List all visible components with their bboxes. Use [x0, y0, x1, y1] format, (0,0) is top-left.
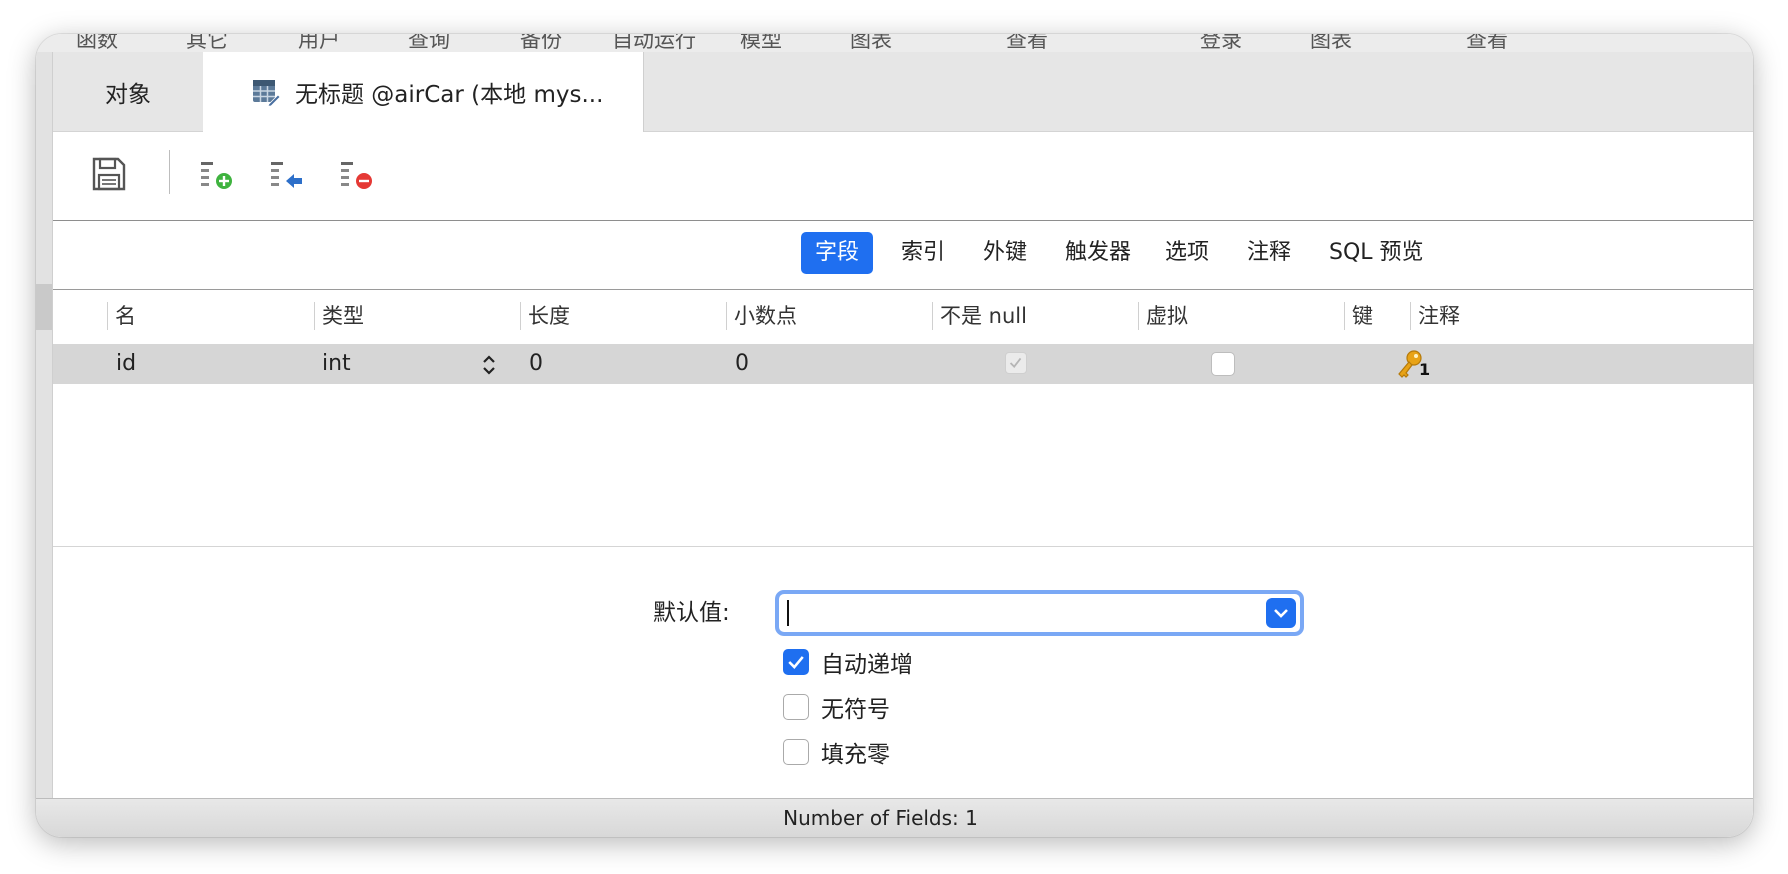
top-strip-item[interactable]: 模型: [740, 34, 782, 52]
tab-sql-preview[interactable]: SQL 预览: [1315, 232, 1438, 274]
tab-bar: 对象 无标题 @airCar (本地 mys...: [53, 52, 1753, 132]
table-row[interactable]: id int 0 0 1: [53, 344, 1753, 384]
top-strip-item[interactable]: 用户: [298, 34, 340, 52]
check-icon: [788, 656, 804, 669]
field-count-status: Number of Fields: 1: [783, 806, 978, 830]
column-header-not-null[interactable]: 不是 null: [932, 290, 1112, 342]
column-header-type[interactable]: 类型: [314, 290, 494, 342]
tab-label: 无标题 @airCar (本地 mys...: [295, 82, 604, 108]
top-strip-item[interactable]: 图表: [1310, 34, 1352, 52]
top-strip-item[interactable]: 查看: [1006, 34, 1048, 52]
field-name-cell[interactable]: id: [116, 344, 136, 384]
column-header-key[interactable]: 键: [1344, 290, 1408, 342]
zerofill-label: 填充零: [821, 742, 890, 768]
zerofill-option[interactable]: 填充零: [783, 737, 890, 768]
top-strip-item[interactable]: 查询: [408, 34, 450, 52]
toolbar: [53, 132, 1753, 221]
column-header-decimals[interactable]: 小数点: [726, 290, 906, 342]
tab-comment[interactable]: 注释: [1233, 232, 1305, 274]
table-design-icon: [253, 80, 281, 107]
table-empty-area[interactable]: [53, 384, 1753, 547]
text-caret: [787, 600, 789, 626]
unsigned-option[interactable]: 无符号: [783, 692, 890, 723]
status-bar: Number of Fields: 1: [36, 798, 1753, 837]
type-stepper-icon[interactable]: [481, 353, 497, 377]
chevron-down-icon: [1274, 609, 1288, 618]
designer-window: 函数 其它 用户 查询 备份 自动运行 模型 图表 查看 登录 图表 查看 对象…: [36, 34, 1753, 837]
top-strip-item[interactable]: 自动运行: [612, 34, 696, 52]
tab-foreign-keys[interactable]: 外键: [969, 232, 1041, 274]
not-null-checkbox[interactable]: [1005, 352, 1027, 374]
top-strip-item[interactable]: 登录: [1200, 34, 1242, 52]
column-header-virtual[interactable]: 虚拟: [1138, 290, 1318, 342]
unsigned-checkbox[interactable]: [783, 694, 809, 720]
field-options-panel: 默认值: 自动递增 无符号 填充零: [53, 547, 1753, 834]
field-decimals-cell[interactable]: 0: [735, 344, 749, 384]
tab-options[interactable]: 选项: [1151, 232, 1223, 274]
column-header-comment[interactable]: 注释: [1410, 290, 1718, 342]
segment-tabs: 字段 索引 外键 触发器 选项 注释 SQL 预览: [53, 221, 1753, 290]
tab-fields[interactable]: 字段: [801, 232, 874, 274]
default-value-dropdown-button[interactable]: [1266, 598, 1296, 628]
top-strip-item[interactable]: 其它: [186, 34, 228, 52]
auto-increment-checkbox[interactable]: [783, 649, 809, 675]
column-header-name[interactable]: 名: [107, 290, 287, 342]
auto-increment-label: 自动递增: [821, 652, 913, 678]
field-length-cell[interactable]: 0: [529, 344, 543, 384]
top-menu-strip: 函数 其它 用户 查询 备份 自动运行 模型 图表 查看 登录 图表 查看: [36, 34, 1753, 52]
default-value-label: 默认值:: [653, 600, 730, 626]
toolbar-separator: [169, 150, 170, 194]
auto-increment-option[interactable]: 自动递增: [783, 647, 913, 678]
tab-objects[interactable]: 对象: [53, 52, 204, 131]
tab-untitled-table[interactable]: 无标题 @airCar (本地 mys...: [203, 52, 644, 132]
top-strip-item[interactable]: 函数: [76, 34, 118, 52]
table-header: 名 类型 长度 小数点 不是 null 虚拟 键 注释: [53, 290, 1753, 342]
top-strip-item[interactable]: 图表: [850, 34, 892, 52]
tab-triggers[interactable]: 触发器: [1051, 232, 1145, 274]
column-header-length[interactable]: 长度: [520, 290, 700, 342]
delete-field-icon[interactable]: [337, 154, 377, 194]
tab-indexes[interactable]: 索引: [887, 232, 959, 274]
top-strip-item[interactable]: 备份: [520, 34, 562, 52]
check-icon: [1009, 357, 1022, 369]
virtual-checkbox[interactable]: [1211, 352, 1235, 376]
save-icon[interactable]: [89, 154, 129, 194]
zerofill-checkbox[interactable]: [783, 739, 809, 765]
unsigned-label: 无符号: [821, 697, 890, 723]
default-value-combobox[interactable]: [775, 590, 1304, 636]
top-strip-item[interactable]: 查看: [1466, 34, 1508, 52]
field-type-cell[interactable]: int: [322, 344, 351, 384]
key-order-number: 1: [1419, 360, 1431, 379]
add-field-icon[interactable]: [197, 154, 237, 194]
insert-field-icon[interactable]: [267, 154, 307, 194]
sidebar-scroll-knob[interactable]: [36, 284, 52, 330]
left-sidebar-edge[interactable]: [36, 52, 53, 837]
